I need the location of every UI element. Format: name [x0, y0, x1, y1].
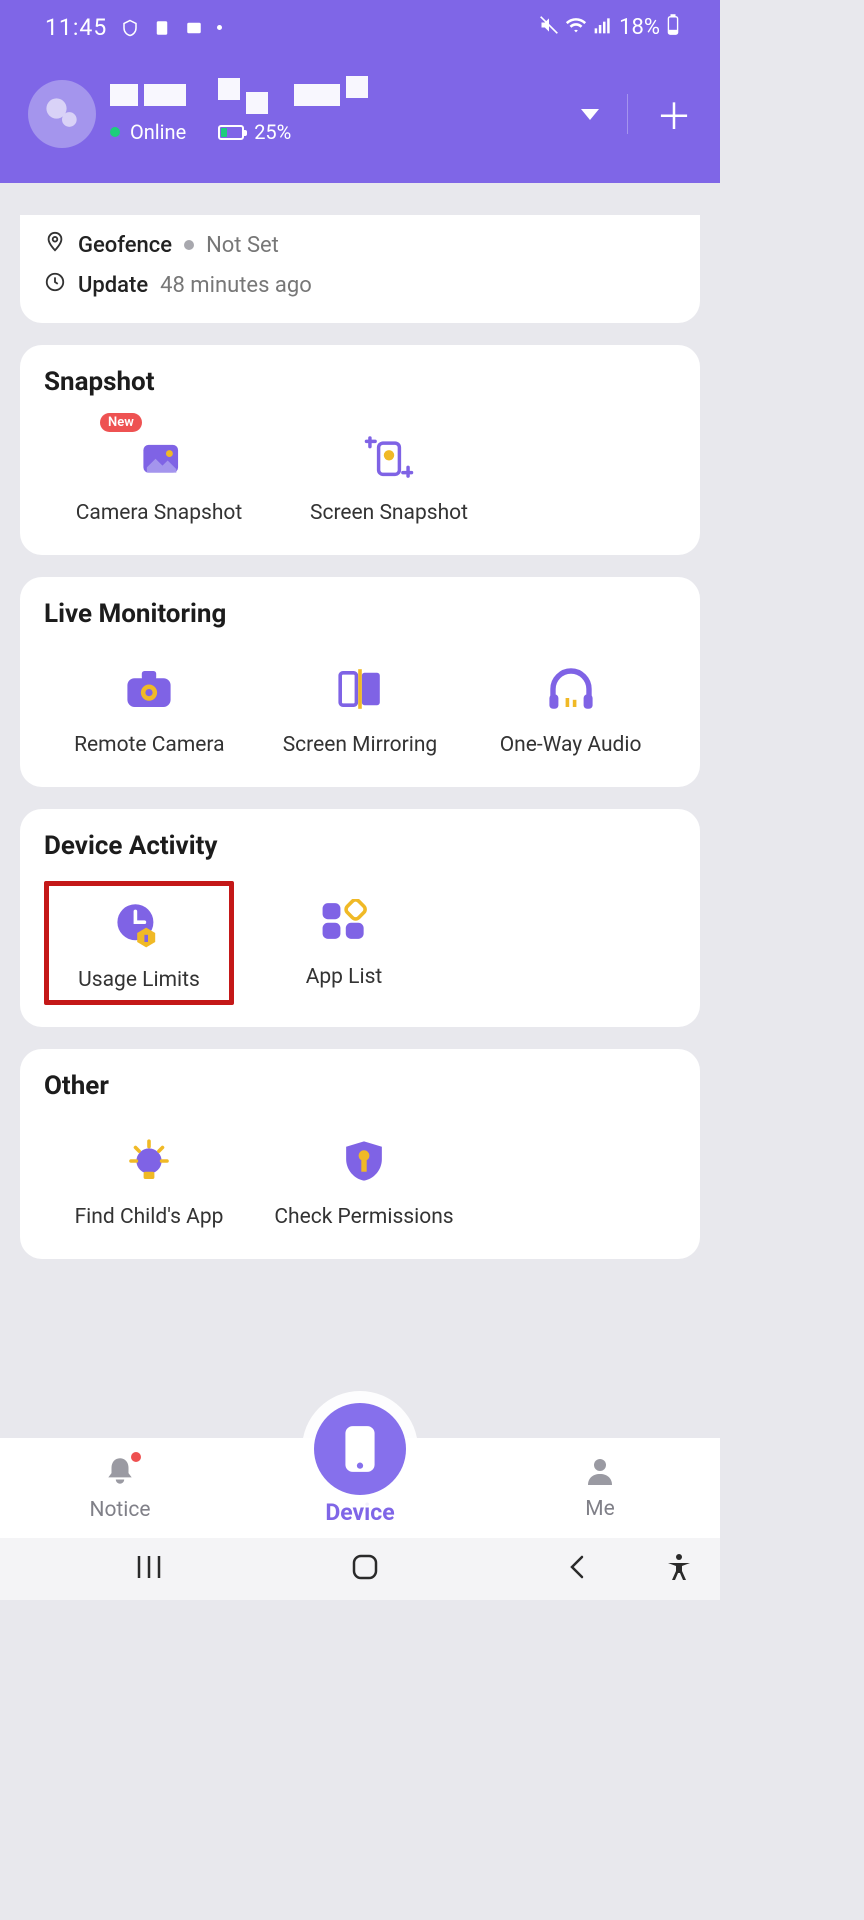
- geofence-value: Not Set: [206, 233, 279, 258]
- add-device-button[interactable]: ＋: [656, 88, 692, 140]
- back-button[interactable]: [566, 1553, 586, 1585]
- battery-icon: [666, 14, 680, 42]
- status-time: 11:45: [45, 14, 107, 41]
- profile-name-redacted: [110, 84, 581, 114]
- check-permissions-label: Check Permissions: [274, 1205, 453, 1229]
- nav-me[interactable]: Me: [480, 1455, 720, 1521]
- online-status-label: Online: [130, 120, 186, 144]
- screen-snapshot-icon: [359, 427, 419, 487]
- camera-snapshot-icon: [129, 427, 189, 487]
- device-info-card: Geofence Not Set Update 48 minutes ago: [20, 215, 700, 323]
- update-value: 48 minutes ago: [160, 273, 312, 298]
- mute-icon: [539, 15, 559, 41]
- remote-camera-label: Remote Camera: [74, 733, 224, 757]
- other-title: Other: [44, 1071, 676, 1101]
- usage-limits-label: Usage Limits: [78, 968, 200, 992]
- app-list-button[interactable]: App List: [234, 881, 454, 1005]
- clock-icon: [44, 271, 66, 299]
- usage-limits-button[interactable]: Usage Limits: [44, 881, 234, 1005]
- bell-icon: [103, 1454, 137, 1494]
- snapshot-card: Snapshot New Camera Snapshot Screen Snap…: [20, 345, 700, 555]
- camera-snapshot-label: Camera Snapshot: [76, 501, 243, 525]
- app-list-icon: [314, 891, 374, 951]
- more-notifications-dot: [217, 25, 222, 30]
- one-way-audio-button[interactable]: One-Way Audio: [465, 649, 676, 765]
- signal-icon: [593, 15, 613, 41]
- shield-key-icon: [334, 1131, 394, 1191]
- check-permissions-button[interactable]: Check Permissions: [254, 1121, 474, 1237]
- screen-snapshot-button[interactable]: Screen Snapshot: [274, 417, 504, 533]
- remote-camera-button[interactable]: Remote Camera: [44, 649, 255, 765]
- screen-mirroring-button[interactable]: Screen Mirroring: [255, 649, 466, 765]
- nav-me-label: Me: [585, 1497, 614, 1521]
- headphones-icon: [541, 659, 601, 719]
- status-battery-pct: 18%: [619, 15, 660, 40]
- chevron-down-icon[interactable]: [581, 109, 599, 120]
- update-row[interactable]: Update 48 minutes ago: [44, 265, 676, 305]
- camera-icon: [119, 659, 179, 719]
- snapshot-title: Snapshot: [44, 367, 676, 397]
- one-way-audio-label: One-Way Audio: [500, 733, 642, 757]
- camera-snapshot-button[interactable]: New Camera Snapshot: [44, 417, 274, 533]
- app-indicator-icon: [121, 19, 139, 37]
- home-button[interactable]: [351, 1553, 379, 1585]
- header-divider: [627, 94, 628, 134]
- update-label: Update: [78, 273, 148, 298]
- accessibility-button[interactable]: [666, 1553, 692, 1585]
- wifi-icon: [565, 14, 587, 42]
- person-icon: [584, 1455, 616, 1493]
- live-monitoring-title: Live Monitoring: [44, 599, 676, 629]
- sd-card-icon: [153, 19, 171, 37]
- profile-header: Online 25% ＋: [0, 55, 720, 183]
- device-icon: [314, 1403, 406, 1495]
- nav-device[interactable]: Device: [240, 1451, 480, 1526]
- other-card: Other Find Child's App Check Permissions: [20, 1049, 700, 1259]
- mirror-icon: [330, 659, 390, 719]
- nav-notice-label: Notice: [89, 1498, 150, 1522]
- new-badge: New: [100, 413, 142, 432]
- screen-mirroring-label: Screen Mirroring: [283, 733, 438, 757]
- usage-limits-icon: [109, 894, 169, 954]
- find-childs-app-button[interactable]: Find Child's App: [44, 1121, 254, 1237]
- android-system-nav: [0, 1538, 720, 1600]
- device-activity-title: Device Activity: [44, 831, 676, 861]
- online-indicator-dot: [110, 127, 120, 137]
- find-childs-app-label: Find Child's App: [75, 1205, 224, 1229]
- device-battery-icon: [218, 125, 244, 140]
- main-content: Geofence Not Set Update 48 minutes ago S…: [0, 215, 720, 1480]
- geofence-pin-icon: [44, 231, 66, 259]
- lightbulb-icon: [119, 1131, 179, 1191]
- nav-device-label: Device: [325, 1499, 394, 1526]
- device-activity-card: Device Activity Usage Limits App List: [20, 809, 700, 1027]
- geofence-row[interactable]: Geofence Not Set: [44, 225, 676, 265]
- live-monitoring-card: Live Monitoring Remote Camera Screen Mir…: [20, 577, 700, 787]
- image-icon: [185, 19, 203, 37]
- bottom-nav: Notice Device Me: [0, 1438, 720, 1538]
- android-status-bar: 11:45 18%: [0, 0, 720, 55]
- app-list-label: App List: [306, 965, 383, 989]
- device-battery-pct: 25%: [254, 120, 291, 144]
- status-dot-icon: [184, 240, 194, 250]
- screen-snapshot-label: Screen Snapshot: [310, 501, 468, 525]
- recents-button[interactable]: [134, 1554, 164, 1584]
- nav-notice[interactable]: Notice: [0, 1454, 240, 1522]
- avatar[interactable]: [28, 80, 96, 148]
- geofence-label: Geofence: [78, 233, 172, 258]
